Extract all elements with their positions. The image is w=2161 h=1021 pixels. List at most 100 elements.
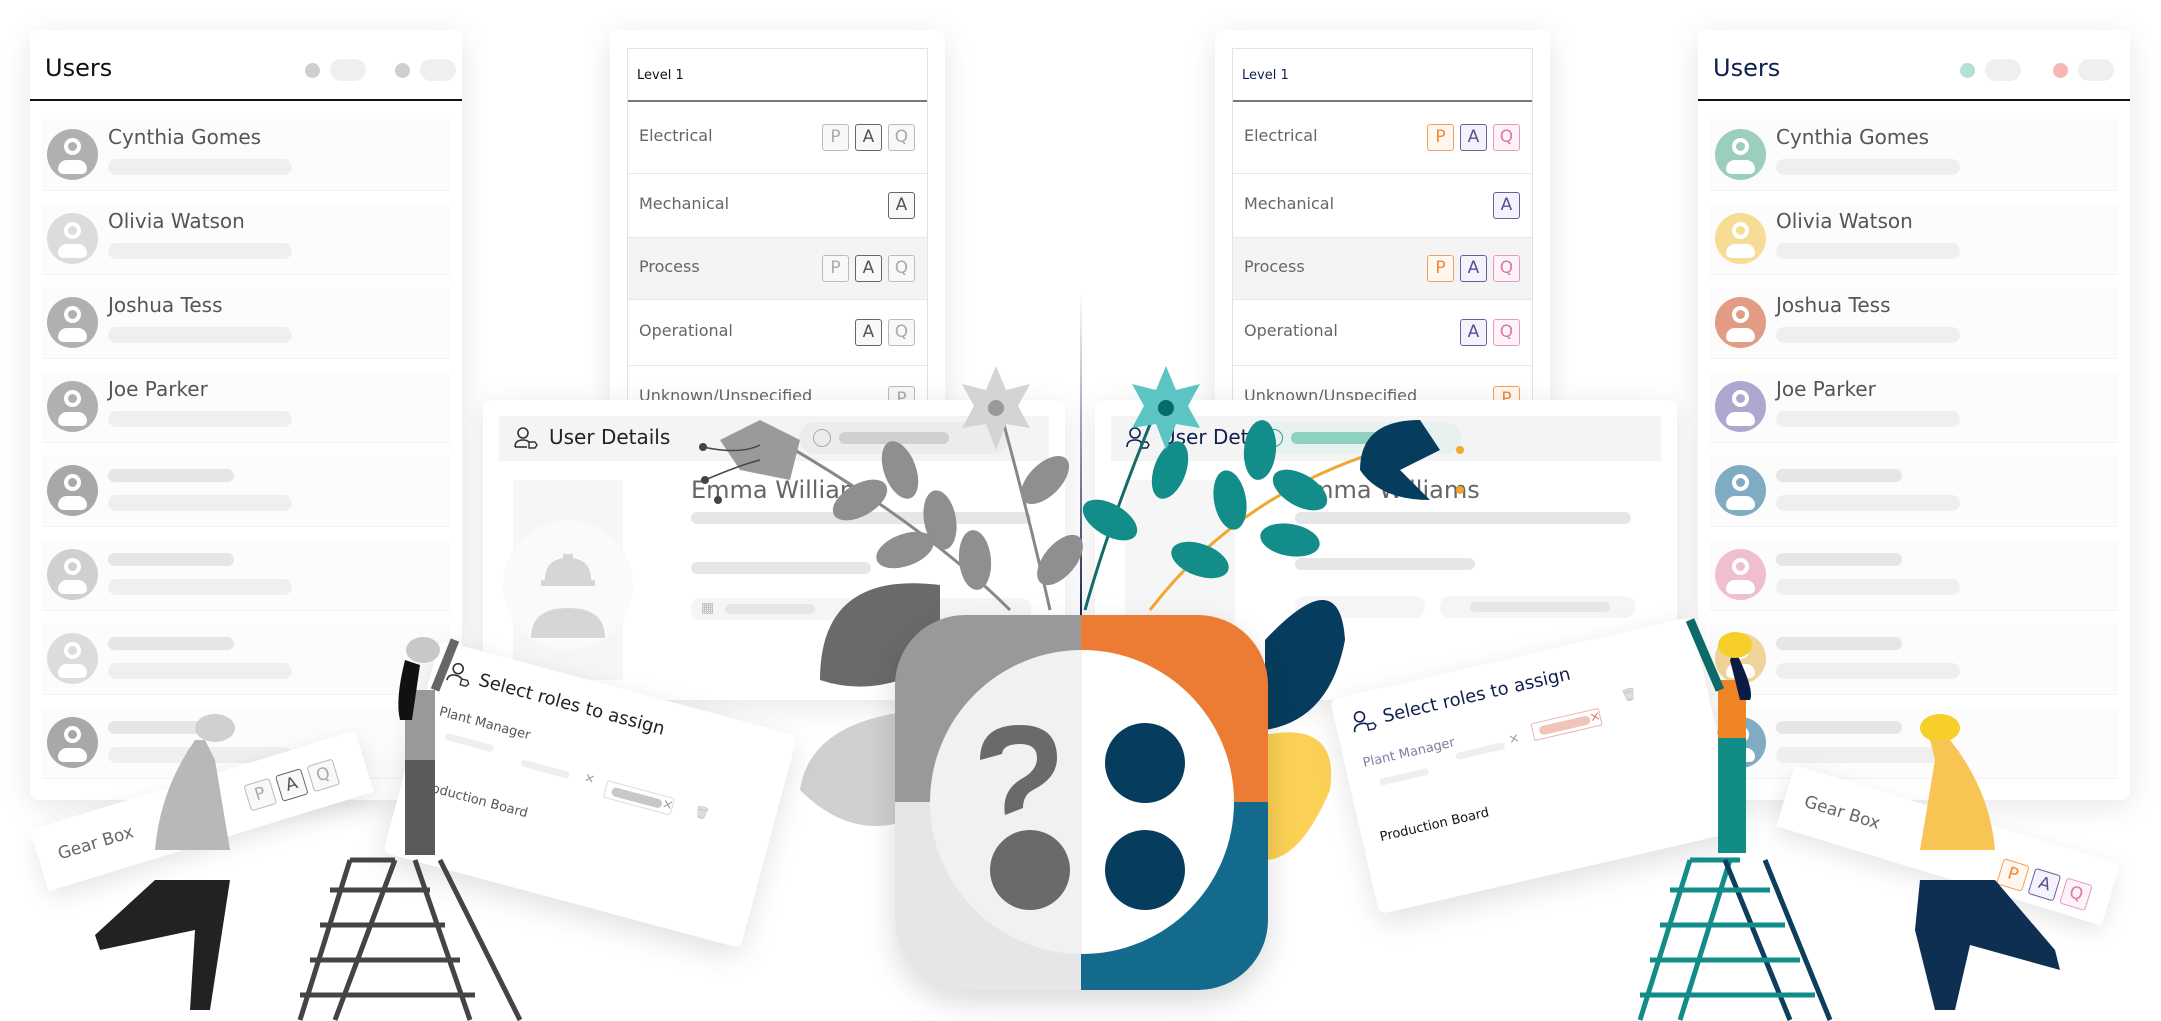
badge-a[interactable]: A (855, 255, 882, 282)
role-production-board[interactable]: Production Board (1379, 805, 1491, 845)
skeleton-subtitle (108, 243, 292, 259)
level-row[interactable]: Operational A Q (628, 300, 927, 366)
header-filter-1[interactable] (1960, 59, 2021, 81)
skeleton-subtitle (1776, 159, 1960, 175)
badge-a[interactable]: A (1460, 255, 1487, 282)
badge-p[interactable]: P (243, 777, 278, 812)
user-row[interactable] (1710, 623, 2118, 695)
level-table: Level 1 Electrical P A Q Mechanical A Process P… (627, 48, 928, 413)
users-panel-header: Users (1698, 30, 2130, 101)
avatar-head (1732, 306, 1749, 323)
header-filter-2[interactable] (2053, 59, 2114, 81)
avatar (47, 297, 98, 348)
user-row[interactable]: Olivia Watson (1710, 203, 2118, 275)
skeleton-subtitle (1776, 663, 1960, 679)
info-field (1295, 596, 1425, 618)
avatar (47, 549, 98, 600)
badge-q[interactable]: Q (2059, 877, 2093, 912)
avatar-body (1726, 244, 1755, 258)
avatar (1715, 633, 1766, 684)
user-name: Joshua Tess (1776, 293, 1891, 317)
level-row[interactable]: Mechanical A (628, 174, 927, 238)
user-row[interactable] (1710, 539, 2118, 611)
badge-a[interactable]: A (1460, 124, 1487, 151)
badge-a[interactable]: A (2027, 867, 2062, 902)
level-row[interactable]: Operational A Q (1233, 300, 1532, 366)
level-row-label: Mechanical (1244, 194, 1335, 213)
user-row[interactable] (1710, 455, 2118, 527)
chip-remove-icon[interactable]: × (1588, 709, 1602, 726)
role-chip[interactable]: × (1530, 707, 1603, 742)
badge-q[interactable]: Q (888, 124, 915, 151)
permission-badges: PAQ (243, 758, 341, 812)
user-row[interactable]: Joshua Tess (1710, 287, 2118, 359)
user-row[interactable] (42, 539, 450, 611)
badge-q[interactable]: Q (888, 319, 915, 346)
user-row[interactable]: Olivia Watson (42, 203, 450, 275)
profile-photo (503, 480, 633, 680)
level-header-label: Level 1 (637, 68, 684, 83)
user-row[interactable]: Cynthia Gomes (42, 119, 450, 191)
level-row-label: Electrical (639, 126, 713, 145)
header-filter-1[interactable] (305, 59, 366, 81)
trash-icon[interactable]: 🗑 (1620, 686, 1638, 703)
badge-p[interactable]: P (1996, 858, 2030, 892)
user-row[interactable]: Joshua Tess (42, 287, 450, 359)
user-full-name: Emma Williams (1295, 476, 1480, 504)
badge-a[interactable]: A (888, 192, 915, 219)
app-logo (895, 615, 1268, 990)
users-panel-grey: Users Cynthia Gomes Olivia Watson Joshua T… (30, 30, 462, 800)
role-chip[interactable]: × (602, 780, 676, 816)
skeleton-line (1295, 512, 1631, 524)
badge-a[interactable]: A (855, 319, 882, 346)
badge-p[interactable]: P (1427, 255, 1454, 282)
remove-role-button[interactable]: × (1507, 731, 1521, 748)
level-row[interactable]: Process P A Q (1233, 238, 1532, 300)
role-production-board[interactable]: Production Board (418, 778, 530, 821)
user-row[interactable] (42, 623, 450, 695)
user-row[interactable] (42, 455, 450, 527)
level-row[interactable]: Process P A Q (628, 238, 927, 300)
chip-remove-icon[interactable]: × (660, 796, 674, 813)
level-row[interactable]: Electrical P A Q (1233, 102, 1532, 174)
user-row[interactable] (1710, 707, 2118, 779)
badge-q[interactable]: Q (1493, 255, 1520, 282)
badge-p[interactable]: P (1427, 124, 1454, 151)
badge-q[interactable]: Q (306, 758, 341, 793)
avatar-body (58, 160, 87, 174)
avatar-head (64, 138, 81, 155)
avatar-body (1726, 580, 1755, 594)
avatar-head (1732, 474, 1749, 491)
skeleton-name (1776, 721, 1902, 734)
user-row[interactable]: Cynthia Gomes (1710, 119, 2118, 191)
badge-q[interactable]: Q (1493, 319, 1520, 346)
status-dot (305, 62, 320, 78)
trash-icon[interactable]: 🗑 (693, 804, 711, 821)
badge-p[interactable]: P (822, 124, 849, 151)
level-row[interactable]: Mechanical A (1233, 174, 1532, 238)
permission-badges: AQ (855, 319, 915, 346)
badge-q[interactable]: Q (1493, 124, 1520, 151)
badge-a[interactable]: A (855, 124, 882, 151)
level-row[interactable]: Electrical P A Q (628, 102, 927, 174)
avatar-body (1726, 748, 1755, 762)
avatar-head (64, 222, 81, 239)
users-panel-title: Users (1713, 54, 1781, 82)
header-filter-2[interactable] (395, 59, 456, 81)
user-row[interactable]: Joe Parker (1710, 371, 2118, 443)
avatar-head (64, 474, 81, 491)
status-dot (395, 62, 410, 78)
skeleton-subtitle (1776, 495, 1960, 511)
remove-role-button[interactable]: × (582, 770, 596, 787)
badge-a[interactable]: A (274, 768, 309, 802)
user-row[interactable]: Joe Parker (42, 371, 450, 443)
skeleton-subtitle (1776, 747, 1960, 763)
badge-a[interactable]: A (1493, 192, 1520, 219)
role-plant-manager[interactable]: Plant Manager (1361, 735, 1456, 771)
badge-p[interactable]: P (822, 255, 849, 282)
badge-a[interactable]: A (1460, 319, 1487, 346)
skeleton-name (108, 553, 234, 566)
level-table-header: Level 1 (1233, 49, 1532, 102)
level-row-label: Operational (1244, 321, 1338, 340)
badge-q[interactable]: Q (888, 255, 915, 282)
